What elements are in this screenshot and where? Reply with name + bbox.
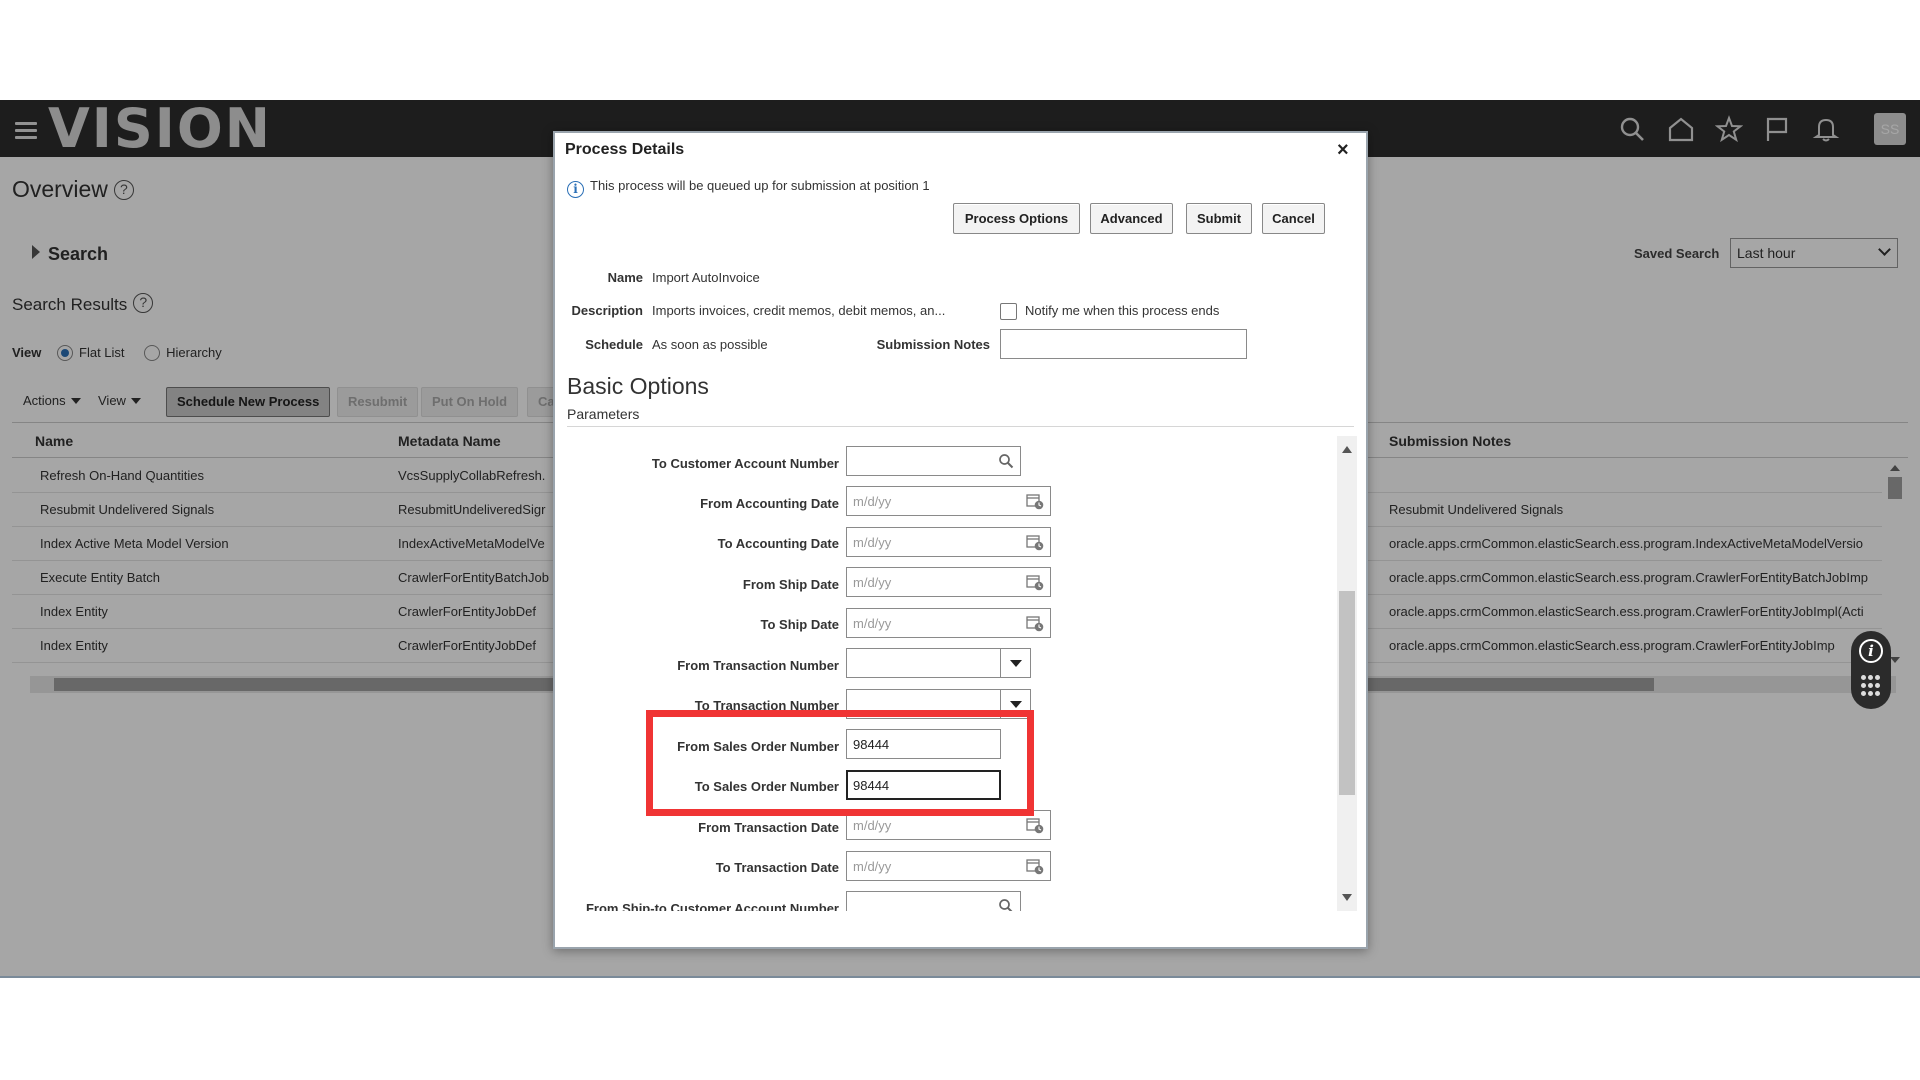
divider (567, 426, 1354, 427)
description-value: Imports invoices, credit memos, debit me… (652, 303, 946, 318)
schedule-value: As soon as possible (652, 337, 768, 352)
parameters-pane: To Customer Account Number From Accounti… (565, 436, 1362, 911)
submit-button[interactable]: Submit (1186, 203, 1252, 234)
schedule-label: Schedule (585, 337, 643, 352)
from-transaction-date-label: From Transaction Date (698, 820, 839, 835)
search-icon[interactable] (998, 898, 1014, 911)
description-label: Description (571, 303, 643, 318)
cancel-button[interactable]: Cancel (1262, 203, 1325, 234)
to-transaction-date-label: To Transaction Date (715, 860, 839, 875)
from-ship-date-input[interactable]: m/d/yy (846, 567, 1051, 597)
to-accounting-date-input[interactable]: m/d/yy (846, 527, 1051, 557)
notify-checkbox[interactable] (1000, 303, 1017, 320)
name-label: Name (607, 270, 643, 285)
calendar-icon[interactable] (1026, 614, 1044, 632)
help-widget[interactable]: i (1851, 631, 1891, 709)
calendar-icon[interactable] (1026, 573, 1044, 591)
to-transaction-date-input[interactable]: m/d/yy (846, 851, 1051, 881)
to-customer-account-number-input[interactable] (846, 446, 1021, 476)
calendar-icon[interactable] (1026, 816, 1044, 834)
scroll-down-icon[interactable] (1342, 894, 1352, 901)
parameters-subheading: Parameters (567, 406, 640, 422)
process-options-button[interactable]: Process Options (953, 203, 1080, 234)
scroll-up-icon[interactable] (1342, 446, 1352, 453)
info-icon: i (567, 181, 584, 198)
basic-options-heading: Basic Options (567, 373, 709, 399)
to-ship-date-label: To Ship Date (760, 617, 839, 632)
close-icon[interactable]: × (1337, 139, 1349, 162)
notify-label: Notify me when this process ends (1025, 303, 1220, 318)
from-ship-to-customer-account-number-input[interactable] (846, 891, 1021, 911)
from-transaction-number-select[interactable] (846, 648, 1031, 678)
from-accounting-date-label: From Accounting Date (700, 496, 839, 511)
info-icon: i (1859, 639, 1883, 663)
apps-grid-icon[interactable] (1861, 675, 1881, 699)
from-transaction-number-label: From Transaction Number (677, 658, 839, 673)
process-details-dialog: Process Details × i This process will be … (553, 131, 1368, 949)
dialog-title: Process Details (565, 141, 685, 158)
search-icon[interactable] (998, 453, 1014, 469)
from-accounting-date-input[interactable]: m/d/yy (846, 486, 1051, 516)
to-ship-date-input[interactable]: m/d/yy (846, 608, 1051, 638)
to-customer-account-number-label: To Customer Account Number (651, 456, 839, 471)
parameters-scrollbar[interactable] (1337, 436, 1357, 911)
annotation-highlight-box (646, 710, 1034, 816)
submission-notes-label: Submission Notes (876, 337, 990, 352)
from-ship-to-customer-account-number-label: From Ship-to Customer Account Number (585, 901, 839, 911)
scrollbar-thumb[interactable] (1339, 591, 1355, 795)
dropdown-arrow-icon[interactable] (1000, 649, 1030, 677)
from-ship-date-label: From Ship Date (742, 577, 839, 592)
calendar-icon[interactable] (1026, 492, 1044, 510)
calendar-icon[interactable] (1026, 533, 1044, 551)
info-message: i This process will be queued up for subm… (567, 178, 930, 198)
to-accounting-date-label: To Accounting Date (717, 536, 839, 551)
name-value: Import AutoInvoice (652, 270, 760, 285)
advanced-button[interactable]: Advanced (1090, 203, 1173, 234)
submission-notes-input[interactable] (1000, 329, 1247, 359)
calendar-icon[interactable] (1026, 857, 1044, 875)
